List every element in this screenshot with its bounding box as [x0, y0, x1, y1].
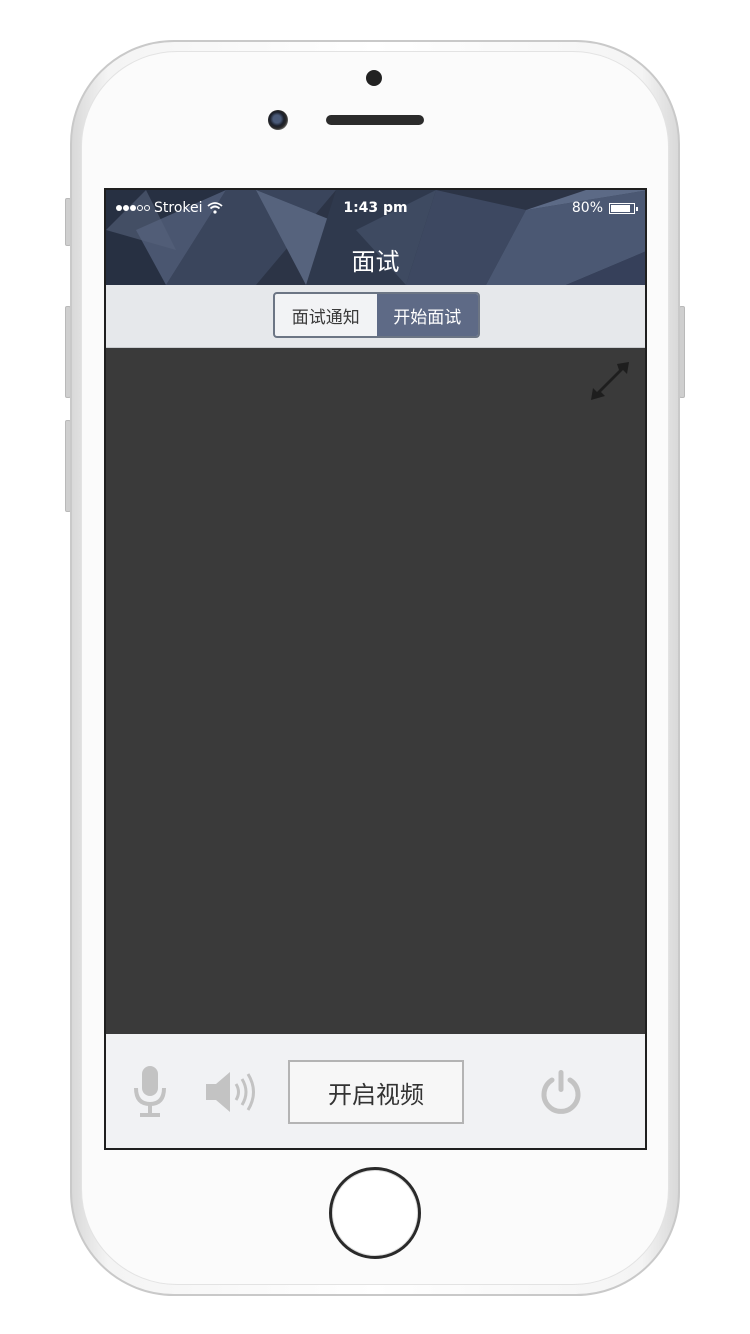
proximity-sensor	[366, 70, 382, 86]
page-title: 面试	[351, 248, 400, 276]
status-time: 1:43 pm	[343, 200, 408, 216]
battery-percent: 80%	[571, 200, 603, 216]
home-button[interactable]	[329, 1167, 421, 1259]
tab-bar: 面试通知 开始面试	[106, 285, 645, 348]
status-bar: Strokei 1:43 pm 80%	[106, 200, 645, 222]
app-screen: Strokei 1:43 pm 80% 面试 面试通知 开始面试 开启视频	[104, 188, 647, 1150]
speaker-icon[interactable]	[204, 1070, 260, 1114]
earpiece-speaker	[326, 115, 424, 125]
battery-icon	[609, 202, 638, 214]
video-view	[106, 348, 645, 1034]
start-video-button[interactable]: 开启视频	[288, 1060, 464, 1124]
power-icon[interactable]	[538, 1068, 584, 1118]
tab-interview-notice[interactable]: 面试通知	[275, 294, 377, 336]
microphone-icon[interactable]	[130, 1064, 170, 1120]
front-camera	[268, 110, 288, 130]
segmented-control: 面试通知 开始面试	[273, 292, 480, 338]
nav-header: Strokei 1:43 pm 80% 面试	[106, 190, 645, 285]
control-bar: 开启视频	[106, 1034, 645, 1148]
tab-start-interview[interactable]: 开始面试	[376, 294, 478, 336]
fullscreen-expand-icon[interactable]	[587, 360, 631, 404]
